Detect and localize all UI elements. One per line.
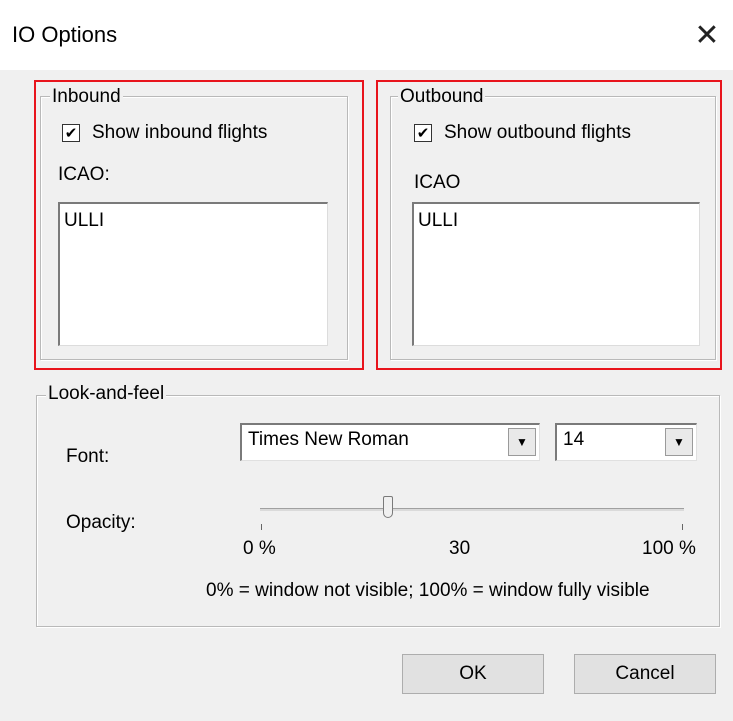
opacity-slider-track[interactable] bbox=[260, 508, 684, 511]
inbound-group-label: Inbound bbox=[50, 86, 123, 108]
close-icon[interactable]: ✕ bbox=[690, 18, 724, 52]
show-outbound-label: Show outbound flights bbox=[444, 122, 631, 143]
font-family-select[interactable]: Times New Roman ▼ bbox=[240, 423, 540, 461]
font-size-select[interactable]: 14 ▼ bbox=[555, 423, 697, 461]
outbound-icao-label: ICAO bbox=[414, 172, 461, 193]
opacity-tick-min-label: 0 % bbox=[243, 538, 276, 559]
opacity-tick-max-label: 100 % bbox=[642, 538, 696, 559]
show-inbound-checkbox[interactable]: ✔ bbox=[62, 124, 80, 142]
show-outbound-checkbox[interactable]: ✔ bbox=[414, 124, 432, 142]
opacity-hint: 0% = window not visible; 100% = window f… bbox=[206, 580, 650, 601]
font-label: Font: bbox=[66, 446, 110, 467]
cancel-button[interactable]: Cancel bbox=[574, 654, 716, 694]
show-inbound-label: Show inbound flights bbox=[92, 122, 268, 143]
title-bar: IO Options ✕ bbox=[0, 0, 733, 70]
outbound-group-label: Outbound bbox=[398, 86, 486, 108]
font-family-value: Times New Roman bbox=[248, 429, 409, 450]
window-title: IO Options bbox=[12, 22, 118, 47]
font-size-value: 14 bbox=[563, 429, 585, 450]
opacity-tick-max bbox=[682, 524, 683, 530]
chevron-down-icon[interactable]: ▼ bbox=[665, 428, 693, 456]
show-inbound-checkbox-row[interactable]: ✔ Show inbound flights bbox=[62, 122, 267, 144]
outbound-icao-field[interactable]: ULLI bbox=[412, 202, 700, 346]
opacity-tick-min bbox=[261, 524, 262, 530]
show-outbound-checkbox-row[interactable]: ✔ Show outbound flights bbox=[414, 122, 631, 144]
opacity-label: Opacity: bbox=[66, 512, 136, 533]
ok-button[interactable]: OK bbox=[402, 654, 544, 694]
look-and-feel-group-label: Look-and-feel bbox=[46, 383, 167, 405]
opacity-slider-thumb[interactable] bbox=[383, 496, 393, 518]
chevron-down-icon[interactable]: ▼ bbox=[508, 428, 536, 456]
inbound-icao-label: ICAO: bbox=[58, 164, 110, 185]
opacity-tick-mid-label: 30 bbox=[449, 538, 471, 559]
inbound-icao-field[interactable]: ULLI bbox=[58, 202, 328, 346]
